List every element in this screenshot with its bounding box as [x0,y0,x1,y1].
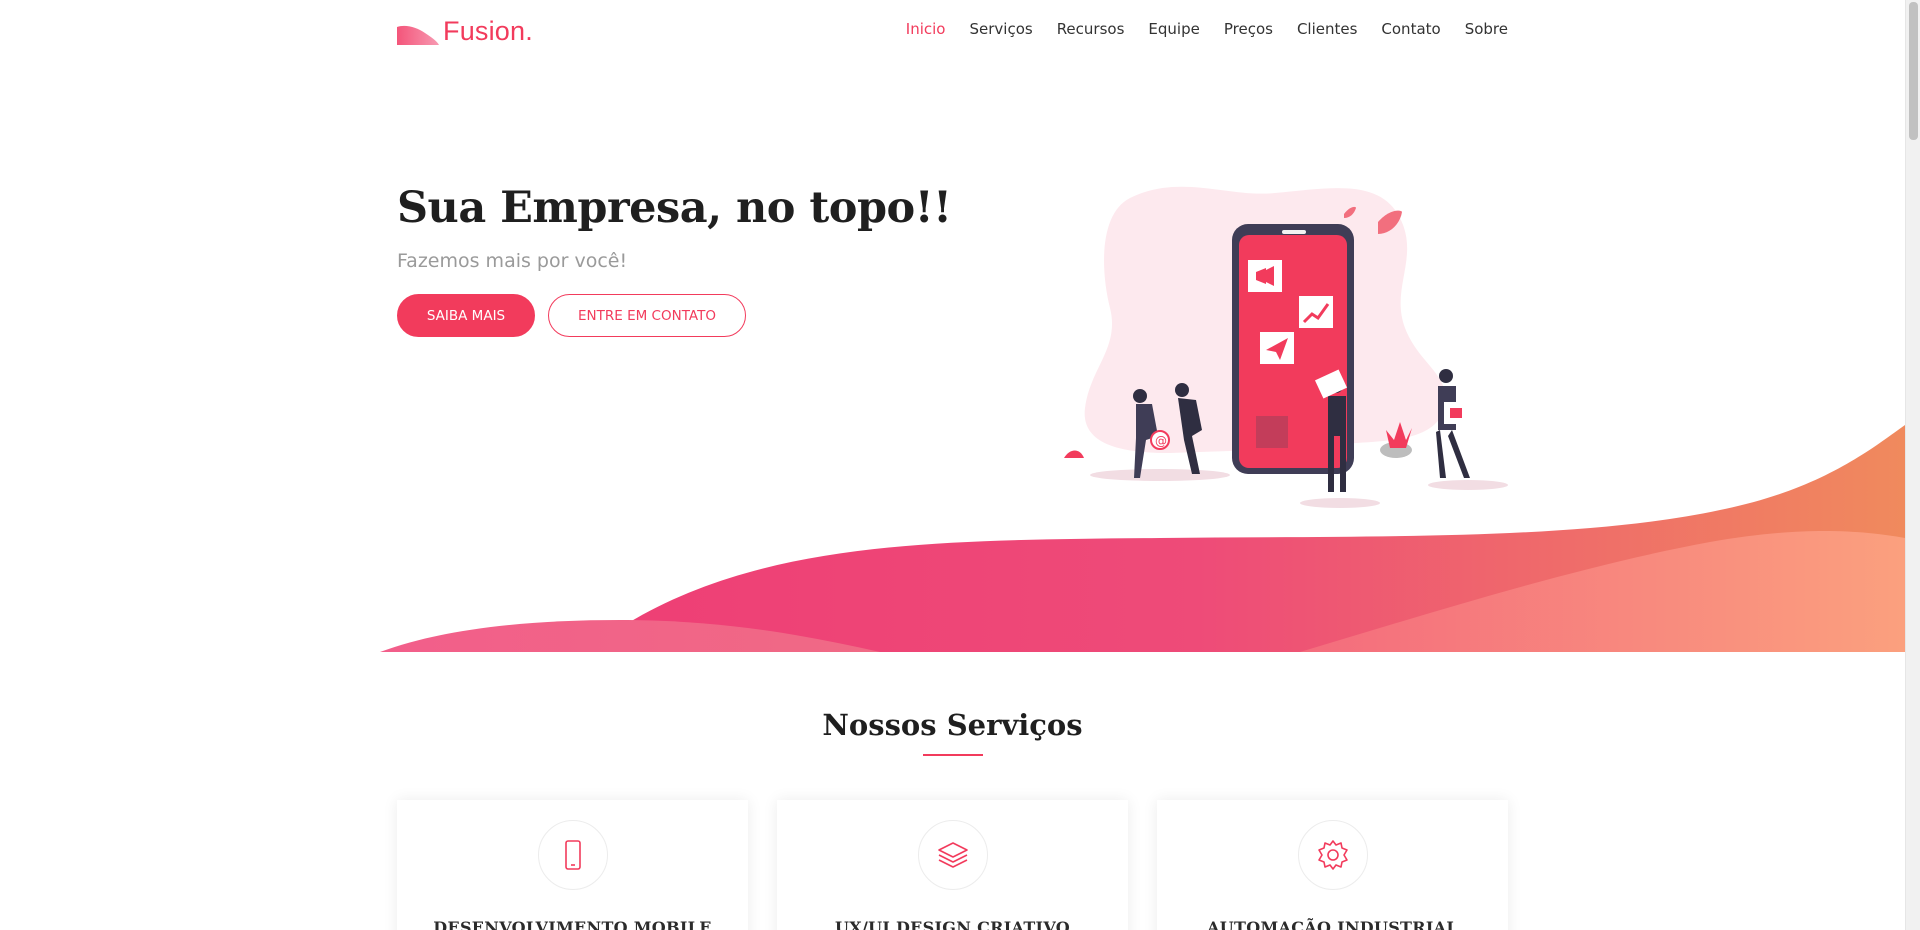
layers-icon [917,820,988,890]
nav-item-precos[interactable]: Preços [1224,20,1273,38]
nav-item-sobre[interactable]: Sobre [1465,20,1508,38]
entre-em-contato-button[interactable]: ENTRE EM CONTATO [548,294,746,337]
main-nav: Inicio Serviços Recursos Equipe Preços C… [882,20,1508,38]
nav-item-contato[interactable]: Contato [1381,20,1440,38]
smartphone-icon [537,820,608,890]
logo-mark-icon [397,25,439,45]
hero-title: Sua Empresa, no topo!! [397,183,952,233]
service-card-automacao[interactable]: AUTOMAÇÃO INDUSTRIAL [1157,800,1508,930]
nav-item-servicos[interactable]: Serviços [969,20,1032,38]
page-scrollbar[interactable] [1905,0,1920,930]
hero-subtitle: Fazemos mais por você! [397,250,628,272]
service-card-mobile[interactable]: DESENVOLVIMENTO MOBILE [397,800,748,930]
chart-icon [1299,296,1333,328]
scrollbar-thumb[interactable] [1909,2,1918,140]
nav-item-inicio[interactable]: Inicio [906,20,946,38]
saiba-mais-button[interactable]: SAIBA MAIS [397,294,535,337]
hero-wave [380,425,1905,652]
site-header: Fusion. Inicio Serviços Recursos Equipe … [0,0,1905,60]
logo[interactable]: Fusion. [397,16,533,47]
service-card-uxui[interactable]: UX/UI DESIGN CRIATIVO [777,800,1128,930]
service-card-title: UX/UI DESIGN CRIATIVO [834,918,1070,930]
services-title: Nossos Serviços [822,708,1083,742]
service-card-title: DESENVOLVIMENTO MOBILE [433,918,712,930]
service-card-title: AUTOMAÇÃO INDUSTRIAL [1207,918,1458,930]
logo-text: Fusion. [443,16,533,46]
title-underline [923,754,983,756]
nav-item-clientes[interactable]: Clientes [1297,20,1357,38]
gear-icon [1297,820,1368,890]
nav-item-recursos[interactable]: Recursos [1057,20,1125,38]
nav-item-equipe[interactable]: Equipe [1148,20,1199,38]
